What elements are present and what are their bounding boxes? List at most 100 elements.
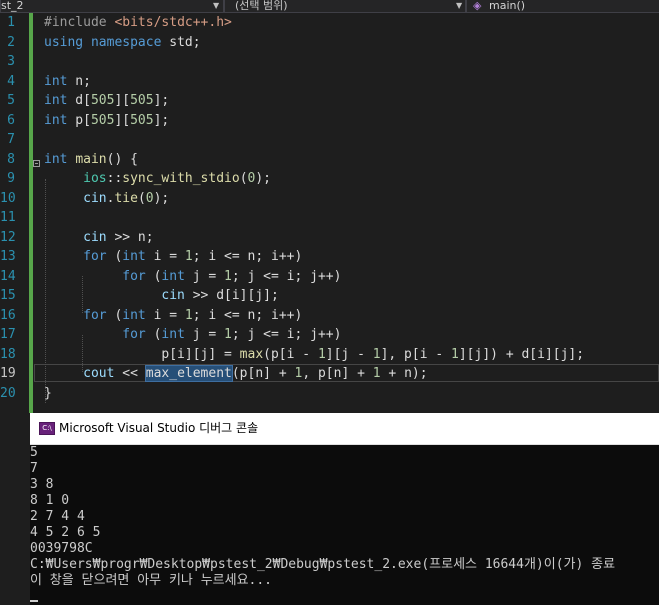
code-text: p[i][j] = max(p[i - 1][j - 1], p[i - 1][…	[44, 345, 584, 365]
console-line: 0039798C	[30, 541, 93, 556]
project-dropdown[interactable]: st_2 ▼	[0, 0, 224, 13]
code-token: for	[83, 249, 107, 264]
code-token: ; j <= i; j++)	[231, 268, 342, 284]
code-line[interactable]: 19 cout << max_element(p[n] + 1, p[n] + …	[0, 364, 659, 384]
line-number: 9	[7, 171, 15, 186]
code-token: 1	[224, 327, 232, 342]
code-line[interactable]: 12 cin >> n;	[0, 228, 659, 248]
code-line[interactable]: 6 int p[505][505];	[0, 111, 659, 131]
code-text: int p[505][505];	[44, 111, 169, 131]
line-number: 14	[0, 268, 16, 284]
code-token: , p[n] +	[302, 366, 373, 381]
project-label: st_2	[1, 0, 24, 12]
code-token: std;	[161, 34, 201, 50]
console-line: 이 창을 닫으려면 아무 키나 누르세요...	[30, 573, 273, 588]
code-token: p[	[67, 112, 91, 128]
code-text: for (int j = 1; j <= i; j++)	[44, 325, 341, 345]
console-output[interactable]: 573 88 1 02 7 4 44 5 2 6 5 0039798C C:₩Use…	[30, 445, 659, 605]
code-text: int main() {	[44, 150, 138, 170]
line-number: 12	[0, 229, 16, 245]
code-text: cin.tie(0);	[44, 189, 169, 209]
console-line: 8 1 0	[30, 493, 70, 508]
line-number: 16	[0, 307, 16, 323]
code-token: () {	[106, 151, 138, 167]
code-token: ], p[i -	[380, 346, 452, 362]
code-token: ][	[114, 93, 131, 108]
code-line[interactable]: 13 for (int i = 1; i <= n; i++)	[0, 247, 659, 267]
code-line[interactable]: 9 ios::sync_with_stdio(0);	[0, 169, 659, 189]
code-line[interactable]: 1 #include <bits/stdc++.h>	[0, 13, 659, 33]
code-line[interactable]: 16 for (int i = 1; i <= n; i++)	[0, 306, 659, 326]
code-line[interactable]: 11	[0, 208, 659, 228]
code-token: for	[122, 327, 146, 342]
function-dropdown[interactable]: ◈ main()	[466, 0, 659, 13]
code-text: #include <bits/stdc++.h>	[44, 13, 232, 33]
code-line[interactable]: 4 int n;	[0, 72, 659, 92]
code-text: using namespace std;	[44, 33, 201, 53]
code-token: i =	[145, 307, 185, 323]
code-text: cin >> d[i][j];	[44, 286, 278, 306]
console-title-bar[interactable]: C:\ Microsoft Visual Studio 디버그 콘솔	[30, 413, 659, 445]
code-line[interactable]: 5 int d[505][505];	[0, 91, 659, 111]
code-token: (	[145, 327, 162, 342]
code-line[interactable]: 15 cin >> d[i][j];	[0, 286, 659, 306]
line-number: 8	[7, 151, 15, 167]
code-token: ][j -	[325, 346, 373, 362]
line-number: 19	[0, 366, 16, 381]
debug-console-window[interactable]: C:\ Microsoft Visual Studio 디버그 콘솔 573 8…	[30, 413, 659, 605]
code-token: ][j]) + d[i][j];	[458, 346, 585, 362]
line-number: 18	[0, 346, 16, 362]
code-line[interactable]: 2 using namespace std;	[0, 33, 659, 53]
code-line[interactable]: 14 for (int j = 1; j <= i; j++)	[0, 267, 659, 287]
code-token: int	[44, 93, 68, 108]
code-token: p[i][j] =	[44, 346, 240, 362]
line-number: 13	[0, 249, 16, 264]
code-text: int d[505][505];	[44, 91, 169, 111]
code-line[interactable]: 18 p[i][j] = max(p[i - 1][j - 1], p[i - …	[0, 345, 659, 365]
code-text: }	[44, 384, 52, 404]
code-line[interactable]: 20}	[0, 384, 659, 404]
code-token: ][	[114, 112, 131, 128]
code-text: for (int i = 1; i <= n; i++)	[44, 247, 302, 267]
code-text: for (int i = 1; i <= n; i++)	[44, 306, 302, 326]
console-line: C:₩Users₩progr₩Desktop₩pstest_2₩Debug₩ps…	[30, 557, 616, 572]
scope-dropdown[interactable]: (선택 범위) ▼	[224, 0, 466, 13]
code-line[interactable]: 17 for (int j = 1; j <= i; j++)	[0, 325, 659, 345]
code-token: (	[145, 268, 162, 284]
line-number: 1	[7, 15, 15, 30]
code-token: n;	[67, 73, 91, 89]
code-line[interactable]: 8 int main() {	[0, 150, 659, 170]
code-token: j =	[184, 268, 225, 284]
code-token: int	[122, 307, 146, 323]
code-token: 0	[145, 190, 154, 206]
code-editor[interactable]: 1 #include <bits/stdc++.h> 2 using namespac…	[0, 13, 659, 413]
console-title: Microsoft Visual Studio 디버그 콘솔	[59, 421, 259, 435]
code-line[interactable]: 7	[0, 130, 659, 150]
code-token: sync_with_stdio	[122, 171, 240, 186]
code-token: );	[153, 190, 170, 206]
code-token: 1	[317, 346, 326, 362]
code-token: j =	[184, 327, 225, 342]
code-token: #include	[44, 15, 115, 30]
code-line[interactable]: 3	[0, 52, 659, 72]
code-token: for	[122, 268, 146, 284]
code-line[interactable]: 10 cin.tie(0);	[0, 189, 659, 209]
code-token: main	[75, 151, 107, 167]
code-text: ios::sync_with_stdio(0);	[44, 169, 271, 189]
code-token: cin	[83, 229, 107, 245]
code-token: int	[44, 151, 68, 167]
code-token: );	[255, 171, 271, 186]
code-token: (	[137, 190, 146, 206]
console-line: 7	[30, 461, 38, 476]
code-token: namespace	[90, 34, 162, 50]
code-token: <bits/stdc++.h>	[114, 15, 232, 30]
chevron-down-icon: ▼	[213, 1, 220, 10]
chevron-down-icon: ▼	[456, 1, 463, 10]
line-number: 17	[0, 327, 16, 342]
code-token: 505	[130, 112, 154, 128]
